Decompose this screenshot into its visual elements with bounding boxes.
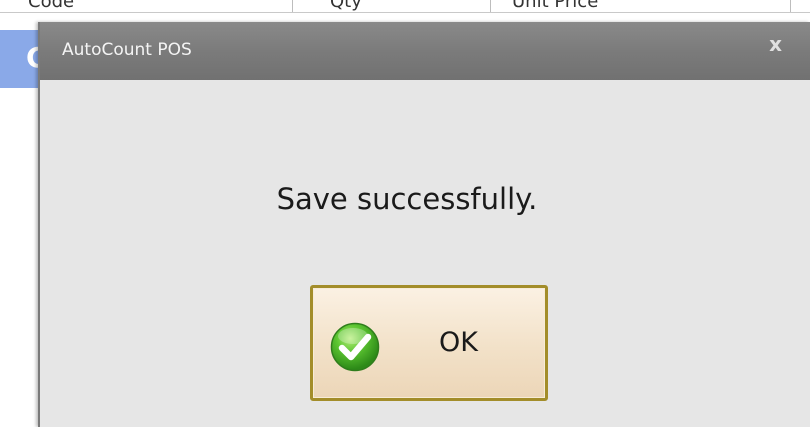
grid-column-qty: Qty xyxy=(330,0,362,12)
message-dialog: AutoCount POS x Save successfully. OK xyxy=(38,22,810,427)
ok-button[interactable]: OK xyxy=(310,285,548,401)
grid-column-separator xyxy=(292,0,293,12)
close-icon[interactable]: x xyxy=(769,34,782,54)
grid-column-code: Code xyxy=(28,0,75,12)
dialog-titlebar[interactable]: AutoCount POS x xyxy=(40,22,810,80)
grid-column-separator xyxy=(490,0,491,12)
dialog-message: Save successfully. xyxy=(276,182,538,216)
grid-column-separator xyxy=(790,0,791,12)
check-icon xyxy=(330,322,380,372)
grid-column-unit-price: Unit Price xyxy=(512,0,599,12)
ok-button-label: OK xyxy=(439,327,478,358)
dialog-title: AutoCount POS xyxy=(62,40,192,60)
grid-header: Code Qty Unit Price xyxy=(0,0,810,13)
